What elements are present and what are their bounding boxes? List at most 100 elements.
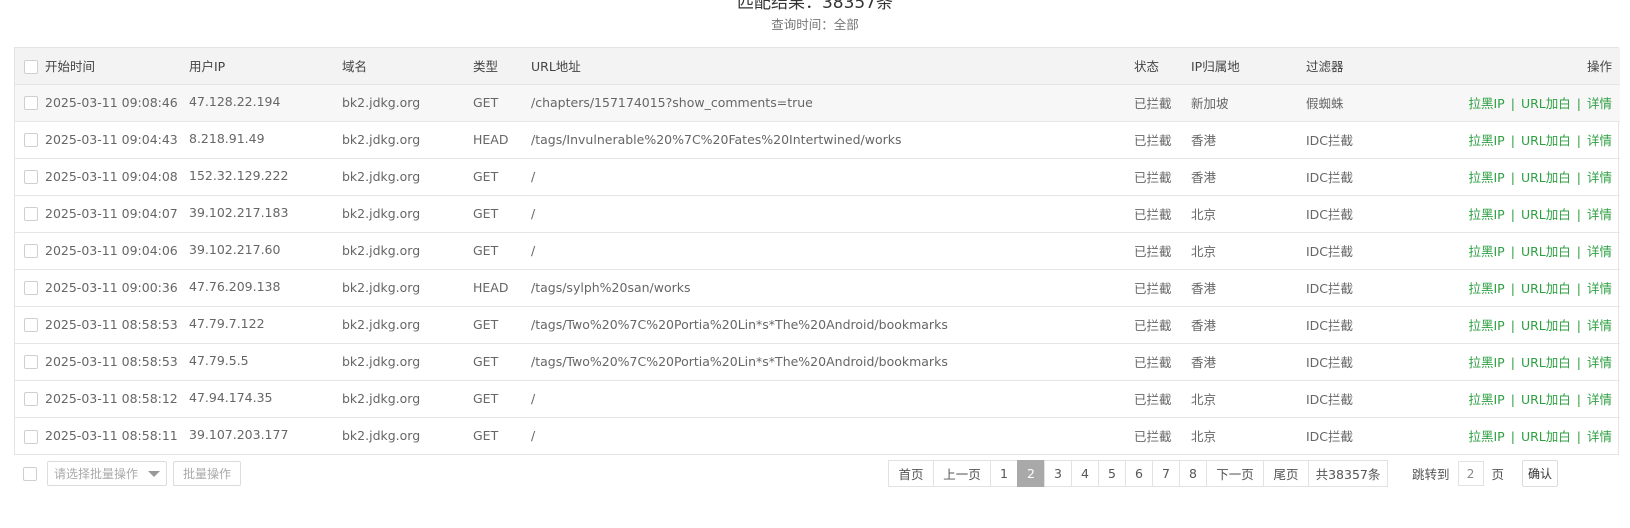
page-button-2-current[interactable]: 2 xyxy=(1017,460,1045,487)
url-whitelist-link[interactable]: URL加白 xyxy=(1521,133,1571,148)
detail-link[interactable]: 详情 xyxy=(1587,96,1612,111)
cell-filter: IDC拦截 xyxy=(1306,429,1354,445)
cell-user-ip: 47.76.209.138 xyxy=(189,278,281,294)
row-select-cell[interactable] xyxy=(15,121,45,158)
detail-link[interactable]: 详情 xyxy=(1587,170,1612,185)
cell-user-ip: 8.218.91.49 xyxy=(189,130,265,146)
page-button-8[interactable]: 8 xyxy=(1179,460,1207,487)
url-whitelist-link[interactable]: URL加白 xyxy=(1521,244,1571,259)
blacklist-ip-link[interactable]: 拉黑IP xyxy=(1469,207,1505,222)
row-select-cell[interactable] xyxy=(15,380,45,417)
blacklist-ip-link[interactable]: 拉黑IP xyxy=(1469,133,1505,148)
url-whitelist-link[interactable]: URL加白 xyxy=(1521,392,1571,407)
prev-page-button[interactable]: 上一页 xyxy=(933,460,991,487)
detail-link[interactable]: 详情 xyxy=(1587,133,1612,148)
cell-ip-location: 北京 xyxy=(1191,429,1217,445)
action-separator: | xyxy=(1576,429,1581,445)
blacklist-ip-link[interactable]: 拉黑IP xyxy=(1469,355,1505,370)
row-select-cell[interactable] xyxy=(15,158,45,195)
batch-operation-button[interactable]: 批量操作 xyxy=(173,461,242,486)
col-domain[interactable]: 域名 xyxy=(342,48,473,85)
first-page-button[interactable]: 首页 xyxy=(888,460,934,487)
cell-ip-location: 北京 xyxy=(1191,392,1217,407)
blacklist-ip-link[interactable]: 拉黑IP xyxy=(1469,318,1505,333)
blacklist-ip-link[interactable]: 拉黑IP xyxy=(1469,429,1505,444)
col-filter[interactable]: 过滤器 xyxy=(1306,48,1401,85)
detail-link[interactable]: 详情 xyxy=(1587,281,1612,296)
jump-page-input[interactable]: 2 xyxy=(1457,461,1484,486)
row-checkbox[interactable] xyxy=(24,392,38,407)
cell-type: GET xyxy=(473,428,499,444)
row-actions: 拉黑IP | URL加白 | 详情 xyxy=(1401,306,1620,343)
col-start-time[interactable]: 开始时间 xyxy=(45,48,189,85)
url-whitelist-link[interactable]: URL加白 xyxy=(1521,281,1571,296)
page-button-4[interactable]: 4 xyxy=(1071,460,1099,487)
cell-domain: bk2.jdkg.org xyxy=(342,169,421,184)
cell-url: / xyxy=(531,391,536,406)
table-row: 2025-03-11 08:58:11 39.107.203.177 bk2.jdk… xyxy=(15,417,1620,454)
cell-domain: bk2.jdkg.org xyxy=(342,132,421,147)
row-checkbox[interactable] xyxy=(24,355,38,370)
table-row: 2025-03-11 08:58:53 47.79.7.122 bk2.jdkg.o… xyxy=(15,306,1620,343)
row-select-cell[interactable] xyxy=(15,343,45,380)
next-page-button[interactable]: 下一页 xyxy=(1206,460,1264,487)
page-button-7[interactable]: 7 xyxy=(1152,460,1180,487)
row-select-cell[interactable] xyxy=(15,84,45,121)
select-all-cell[interactable] xyxy=(15,48,45,85)
cell-user-ip: 39.102.217.60 xyxy=(189,241,281,257)
row-checkbox[interactable] xyxy=(24,318,38,333)
page-button-1[interactable]: 1 xyxy=(990,460,1018,487)
row-select-cell[interactable] xyxy=(15,269,45,306)
blacklist-ip-link[interactable]: 拉黑IP xyxy=(1469,170,1505,185)
batch-operation-select[interactable]: 请选择批量操作 xyxy=(47,461,167,486)
select-all-checkbox[interactable] xyxy=(24,59,38,74)
cell-user-ip: 47.79.5.5 xyxy=(189,352,249,368)
url-whitelist-link[interactable]: URL加白 xyxy=(1521,429,1571,444)
cell-start-time: 2025-03-11 09:00:36 xyxy=(45,280,178,295)
footer-select-all-checkbox[interactable] xyxy=(23,466,37,481)
url-whitelist-link[interactable]: URL加白 xyxy=(1521,207,1571,222)
row-checkbox[interactable] xyxy=(24,429,38,444)
row-checkbox[interactable] xyxy=(24,96,38,111)
blacklist-ip-link[interactable]: 拉黑IP xyxy=(1469,392,1505,407)
row-select-cell[interactable] xyxy=(15,306,45,343)
blacklist-ip-link[interactable]: 拉黑IP xyxy=(1469,281,1505,296)
cell-type: GET xyxy=(473,354,499,369)
table-row: 2025-03-11 08:58:12 47.94.174.35 bk2.jdkg.… xyxy=(15,380,1620,417)
url-whitelist-link[interactable]: URL加白 xyxy=(1521,96,1571,111)
detail-link[interactable]: 详情 xyxy=(1587,318,1612,333)
pagination: 首页 上一页 1 2 3 4 5 6 7 8 下一页 尾页 共38357条 xyxy=(888,460,1388,487)
detail-link[interactable]: 详情 xyxy=(1587,355,1612,370)
row-select-cell[interactable] xyxy=(15,232,45,269)
cell-url: / xyxy=(531,243,536,258)
row-select-cell[interactable] xyxy=(15,195,45,232)
detail-link[interactable]: 详情 xyxy=(1587,207,1612,222)
col-type[interactable]: 类型 xyxy=(473,48,531,85)
page-button-6[interactable]: 6 xyxy=(1125,460,1153,487)
detail-link[interactable]: 详情 xyxy=(1587,244,1612,259)
cell-type: GET xyxy=(473,317,499,332)
cell-user-ip: 39.107.203.177 xyxy=(189,426,289,442)
cell-type: GET xyxy=(473,391,499,406)
blacklist-ip-link[interactable]: 拉黑IP xyxy=(1469,96,1505,111)
col-ip-location[interactable]: IP归属地 xyxy=(1191,48,1306,85)
url-whitelist-link[interactable]: URL加白 xyxy=(1521,355,1571,370)
page-button-3[interactable]: 3 xyxy=(1044,460,1072,487)
page-button-5[interactable]: 5 xyxy=(1098,460,1126,487)
last-page-button[interactable]: 尾页 xyxy=(1263,460,1309,487)
row-checkbox[interactable] xyxy=(24,207,38,222)
row-checkbox[interactable] xyxy=(24,244,38,259)
col-status[interactable]: 状态 xyxy=(1134,48,1191,85)
row-select-cell[interactable] xyxy=(15,417,45,454)
detail-link[interactable]: 详情 xyxy=(1587,392,1612,407)
row-checkbox[interactable] xyxy=(24,133,38,148)
detail-link[interactable]: 详情 xyxy=(1587,429,1612,444)
row-checkbox[interactable] xyxy=(24,281,38,296)
blacklist-ip-link[interactable]: 拉黑IP xyxy=(1469,244,1505,259)
url-whitelist-link[interactable]: URL加白 xyxy=(1521,318,1571,333)
row-checkbox[interactable] xyxy=(24,170,38,185)
url-whitelist-link[interactable]: URL加白 xyxy=(1521,170,1571,185)
col-user-ip[interactable]: 用户IP xyxy=(189,48,342,85)
col-url[interactable]: URL地址 xyxy=(531,48,1134,85)
confirm-jump-button[interactable]: 确认 xyxy=(1522,460,1558,487)
